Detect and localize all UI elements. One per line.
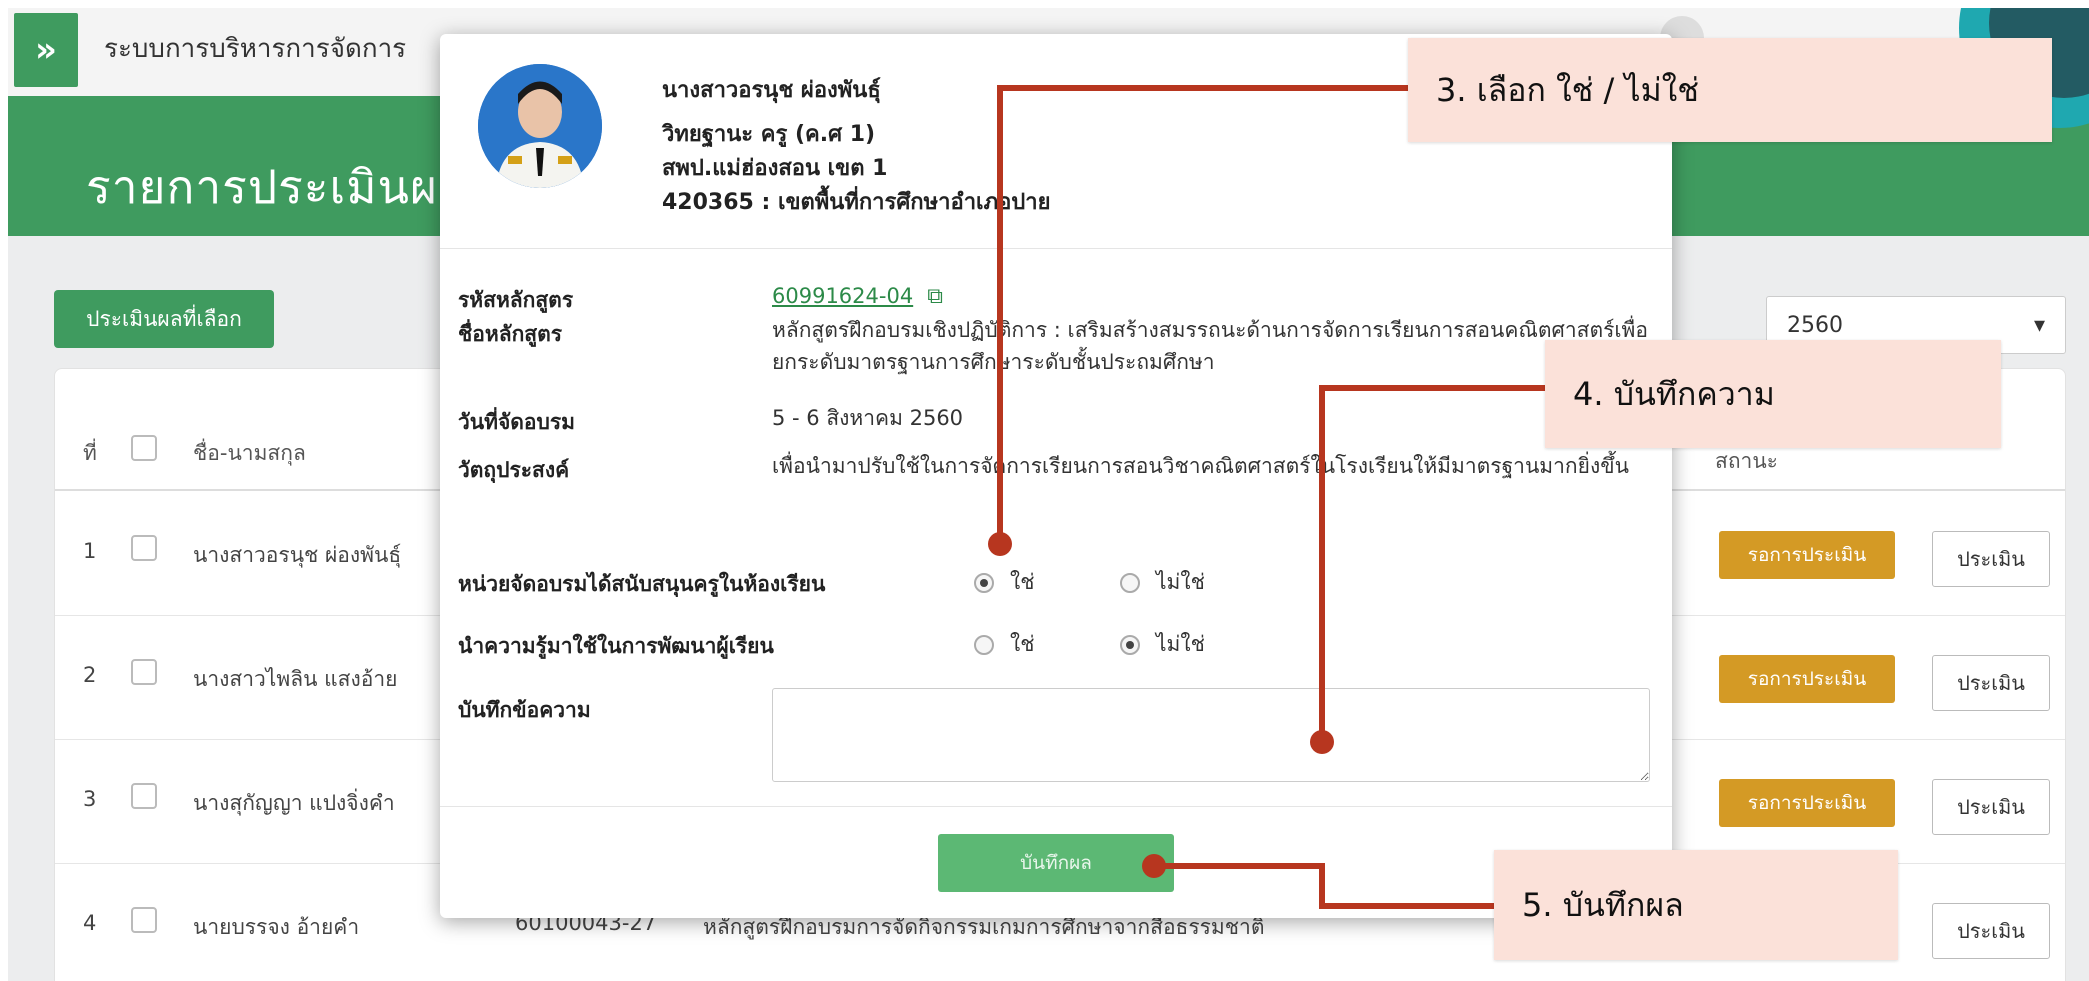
callout-step-5: 5. บันทึกผล — [1494, 850, 1898, 960]
callout-5-line — [1154, 863, 1496, 909]
callout-step-4: 4. บันทึกความ — [1545, 340, 2001, 448]
callout-step-3: 3. เลือก ใช่ / ไม่ใช่ — [1408, 38, 2052, 142]
callout-connector-lines — [988, 85, 1545, 909]
callout-4-dot — [1310, 730, 1334, 754]
callout-5-dot — [1142, 854, 1166, 878]
callout-3-dot — [988, 532, 1012, 556]
callout-3-line — [997, 85, 1410, 540]
callout-4-line — [1319, 385, 1545, 740]
